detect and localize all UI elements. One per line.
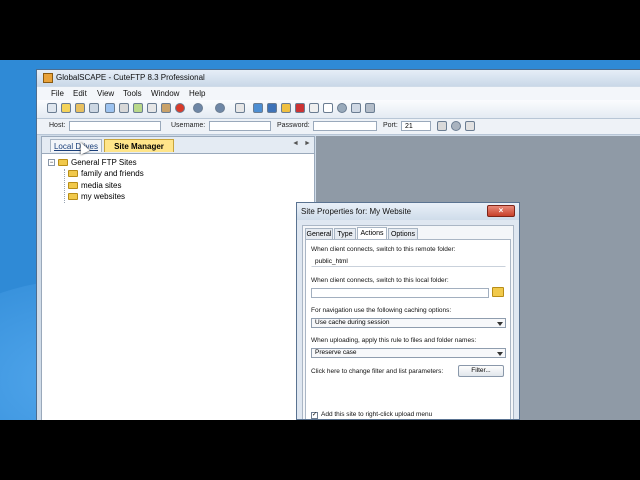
dialog-close-button[interactable]: × bbox=[487, 205, 515, 217]
dialog-titlebar[interactable]: Site Properties for: My Website × bbox=[297, 203, 519, 220]
remote-folder-label: When client connects, switch to this rem… bbox=[311, 246, 456, 253]
menu-window[interactable]: Window bbox=[151, 89, 179, 98]
menu-edit[interactable]: Edit bbox=[73, 89, 87, 98]
download-icon[interactable] bbox=[133, 103, 143, 113]
tree-item-label: my websites bbox=[81, 192, 126, 201]
host-field[interactable] bbox=[69, 121, 161, 131]
browse-folder-icon[interactable] bbox=[492, 287, 504, 297]
host-label: Host: bbox=[49, 122, 66, 129]
upload-rule-label: When uploading, apply this rule to files… bbox=[311, 337, 477, 344]
local-folder-input[interactable] bbox=[311, 288, 489, 298]
tab-type[interactable]: Type bbox=[334, 228, 356, 239]
tab-general[interactable]: General bbox=[305, 228, 333, 239]
chevron-down-icon bbox=[497, 322, 503, 326]
queue-icon[interactable] bbox=[161, 103, 171, 113]
folder-icon bbox=[68, 193, 78, 201]
view-icon[interactable] bbox=[253, 103, 263, 113]
upload-rule-select-value: Preserve case bbox=[315, 349, 357, 356]
tree-item-label: family and friends bbox=[81, 169, 144, 178]
folder-icon bbox=[68, 170, 78, 178]
tree-item-label: media sites bbox=[81, 181, 122, 190]
back-icon[interactable] bbox=[193, 103, 203, 113]
globe-icon[interactable] bbox=[337, 103, 347, 113]
tab-site-manager[interactable]: Site Manager bbox=[104, 139, 174, 152]
chevron-down-icon bbox=[497, 352, 503, 356]
edit-icon[interactable] bbox=[119, 103, 129, 113]
help-icon[interactable] bbox=[351, 103, 361, 113]
filter-button[interactable]: Filter... bbox=[458, 365, 504, 377]
folder-icon bbox=[58, 159, 68, 167]
dialog-title: Site Properties for: My Website bbox=[301, 207, 412, 216]
collapse-icon[interactable]: − bbox=[48, 159, 55, 167]
menu-help[interactable]: Help bbox=[189, 89, 205, 98]
disconnect-icon[interactable] bbox=[89, 103, 99, 113]
caching-label: For navigation use the following caching… bbox=[311, 307, 452, 314]
tree-item-media-sites[interactable]: media sites bbox=[68, 180, 121, 191]
port-label: Port: bbox=[383, 122, 398, 129]
forward-icon[interactable] bbox=[215, 103, 225, 113]
open-site-icon[interactable] bbox=[75, 103, 85, 113]
menu-file[interactable]: File bbox=[51, 89, 64, 98]
properties-icon[interactable] bbox=[323, 103, 333, 113]
local-folder-label: When client connects, switch to this loc… bbox=[311, 277, 449, 284]
quick-connect-icon[interactable] bbox=[61, 103, 71, 113]
upload-menu-checkbox[interactable]: ✓ bbox=[311, 412, 318, 419]
refresh-icon[interactable] bbox=[235, 103, 245, 113]
tree-item-general-ftp-sites[interactable]: − General FTP Sites bbox=[48, 157, 137, 168]
monitor-icon[interactable] bbox=[365, 103, 375, 113]
folder-new-icon[interactable] bbox=[281, 103, 291, 113]
port-field[interactable]: 21 bbox=[401, 121, 431, 131]
username-label: Username: bbox=[171, 122, 206, 129]
connect-icon[interactable] bbox=[47, 103, 57, 113]
cuteftp-app-icon bbox=[43, 73, 53, 83]
tree-connector bbox=[64, 169, 65, 203]
main-titlebar[interactable]: GlobalSCAPE - CuteFTP 8.3 Professional bbox=[37, 70, 640, 86]
site-manager-icon[interactable] bbox=[105, 103, 115, 113]
caching-select[interactable]: Use cache during session bbox=[311, 318, 506, 328]
folder-icon bbox=[68, 182, 78, 190]
password-field[interactable] bbox=[313, 121, 377, 131]
remote-folder-input[interactable]: public_html bbox=[311, 257, 506, 267]
site-properties-dialog: Site Properties for: My Website × Genera… bbox=[296, 202, 520, 420]
tree-item-label: General FTP Sites bbox=[71, 158, 137, 167]
tab-scroll-left-icon[interactable]: ◄ bbox=[292, 140, 299, 147]
filter-label: Click here to change filter and list par… bbox=[311, 368, 444, 375]
upload-icon[interactable] bbox=[147, 103, 157, 113]
upload-rule-select[interactable]: Preserve case bbox=[311, 348, 506, 358]
tab-scroll-right-icon[interactable]: ► bbox=[304, 140, 311, 147]
list-icon[interactable] bbox=[267, 103, 277, 113]
qc-settings-icon[interactable] bbox=[465, 121, 475, 131]
actions-panel: When client connects, switch to this rem… bbox=[305, 239, 511, 419]
quick-connect-bar: Host: Username: Password: Port: 21 bbox=[37, 119, 640, 135]
delete-icon[interactable] bbox=[309, 103, 319, 113]
site-manager-pane: Local Drives Site Manager ◄ ► − General F… bbox=[41, 136, 315, 420]
menu-bar: File Edit View Tools Window Help bbox=[37, 87, 640, 100]
password-label: Password: bbox=[277, 122, 310, 129]
stop-icon[interactable] bbox=[175, 103, 185, 113]
connect-go-icon[interactable] bbox=[437, 121, 447, 131]
caching-select-value: Use cache during session bbox=[315, 319, 390, 326]
menu-tools[interactable]: Tools bbox=[123, 89, 142, 98]
window-title: GlobalSCAPE - CuteFTP 8.3 Professional bbox=[56, 73, 205, 82]
username-field[interactable] bbox=[209, 121, 271, 131]
tree-item-my-websites[interactable]: my websites bbox=[68, 191, 125, 202]
main-toolbar bbox=[37, 100, 640, 119]
tab-actions[interactable]: Actions bbox=[357, 227, 387, 239]
tab-options[interactable]: Options bbox=[388, 228, 418, 239]
reconnect-icon[interactable] bbox=[451, 121, 461, 131]
alert-icon[interactable] bbox=[295, 103, 305, 113]
tree-item-family-and-friends[interactable]: family and friends bbox=[68, 168, 144, 179]
upload-menu-label: Add this site to right-click upload menu bbox=[321, 411, 433, 418]
menu-view[interactable]: View bbox=[97, 89, 114, 98]
